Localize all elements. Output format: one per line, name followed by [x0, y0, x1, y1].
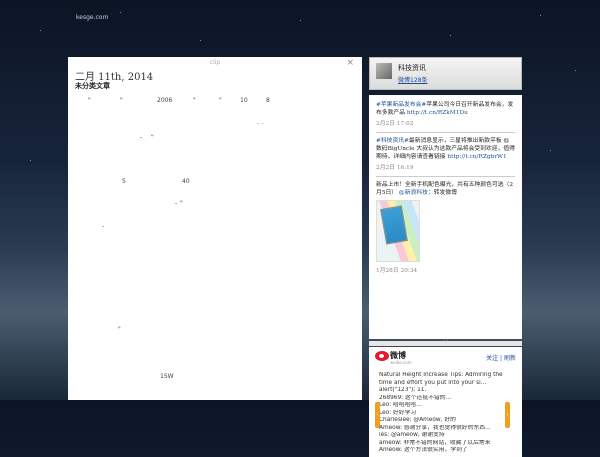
post-text-fragment: 2006	[157, 97, 173, 104]
post-category[interactable]: 未分类文章	[75, 81, 110, 91]
star	[300, 20, 301, 21]
weibo-comment-list: Natural Height Increase Tips: Admiring t…	[379, 372, 515, 455]
star	[450, 35, 451, 36]
follow-link[interactable]: 关注	[486, 355, 498, 362]
feed-hashtag-link[interactable]: #科技资讯#	[376, 138, 409, 144]
post-text-fragment: -	[140, 134, 143, 141]
post-text-fragment: .	[262, 119, 264, 126]
post-text-fragment: -	[102, 223, 105, 230]
post-text-fragment: "	[180, 200, 183, 207]
feed-thumbnail-image[interactable]	[376, 200, 420, 262]
star	[540, 15, 541, 16]
list-item[interactable]: Natural Height Increase Tips: Admiring t…	[379, 372, 515, 380]
post-text-fragment: 5	[122, 178, 126, 185]
profile-post-count-link[interactable]: 微博128条	[398, 75, 427, 84]
post-text-fragment: "	[120, 97, 123, 104]
list-item[interactable]: 268969: 这个还挺不错的...	[379, 395, 515, 403]
feed-item-time[interactable]: 2月2日 16:19	[376, 162, 515, 171]
list-item[interactable]: Ameow: 感谢分享，我也觉得很好的东西...	[379, 425, 515, 433]
feed-item: #苹果新品发布会#苹果公司今日召开新品发布会，发布多款产品 http://t.c…	[376, 97, 515, 133]
weibo-domain: weibo.com	[390, 360, 412, 365]
profile-card: 科技资讯 微博128条	[369, 57, 522, 90]
next-arrow-icon[interactable]: ›	[505, 402, 510, 428]
post-panel: clip × 二月 11th, 2014 未分类文章 " " 2006 " " …	[68, 57, 362, 400]
avatar[interactable]	[376, 63, 392, 79]
feed-item-text: #苹果新品发布会#苹果公司今日召开新品发布会，发布多款产品 http://t.c…	[376, 101, 515, 117]
list-item[interactable]: Ameow: 这个方法很实用，学到了	[379, 447, 515, 455]
star	[40, 30, 41, 31]
weibo-actions: 关注 | 刷新	[486, 355, 516, 362]
weibo-logo-icon[interactable]	[375, 351, 389, 361]
site-logo[interactable]: kesge.com	[76, 14, 108, 21]
list-item[interactable]: Leo: 好好学习	[379, 410, 515, 418]
feed-url-link[interactable]: http://t.cn/RZkM1Du	[407, 110, 468, 116]
profile-name[interactable]: 科技资讯	[398, 63, 426, 73]
feed-item-time[interactable]: 1月28日 20:34	[376, 265, 515, 274]
star	[575, 70, 576, 71]
post-text-fragment: "	[193, 97, 196, 104]
list-item[interactable]: ameow: 非常不错的网站，收藏了以后常来	[379, 440, 515, 448]
feed-hashtag-link[interactable]: #苹果新品发布会#	[376, 102, 426, 108]
post-text-fragment: "	[151, 134, 154, 141]
weibo-widget: 微博 weibo.com 关注 | 刷新 Natural Height Incr…	[369, 347, 522, 457]
post-clip-label: clip	[209, 59, 221, 66]
weibo-feed: #苹果新品发布会#苹果公司今日召开新品发布会，发布多款产品 http://t.c…	[369, 95, 522, 339]
star	[550, 150, 551, 151]
list-item[interactable]: les: @ameow, 谢谢支持	[379, 432, 515, 440]
star	[30, 160, 31, 161]
post-text-fragment: "	[118, 326, 121, 333]
expand-toggle[interactable]: ︾	[369, 341, 522, 346]
list-item[interactable]: time and effort you put into your si...	[379, 380, 515, 388]
list-item[interactable]: Leo: 哈哈哈哈...	[379, 402, 515, 410]
post-text-fragment: "	[219, 97, 222, 104]
close-icon[interactable]: ×	[346, 58, 354, 68]
star	[120, 12, 121, 13]
post-text-fragment: .	[257, 119, 259, 126]
post-text-fragment: 40	[182, 178, 190, 185]
post-text-fragment: 10	[240, 97, 248, 104]
list-item[interactable]: alert("123"); 11.	[379, 387, 515, 395]
post-text-fragment: 15W	[160, 373, 174, 380]
post-text-fragment: 8	[266, 97, 270, 104]
refresh-link[interactable]: 刷新	[504, 355, 516, 362]
list-item[interactable]: Charleslee: @Ameow, 好的	[379, 417, 515, 425]
feed-item-text: #科技资讯#最新消息显示，三星将推出新款平板 @数码BigUncle 大叔认为这…	[376, 137, 515, 161]
feed-item: 新品上市！全新手机配色曝光，共有五种颜色可选（2月5日） @新浪科技：转发微博 …	[376, 177, 515, 279]
feed-item-time[interactable]: 2月2日 17:02	[376, 118, 515, 127]
star	[200, 40, 201, 41]
post-text-fragment: -	[175, 200, 178, 207]
feed-url-link[interactable]: http://t.cn/RZgbrW1	[447, 154, 506, 160]
feed-item: #科技资讯#最新消息显示，三星将推出新款平板 @数码BigUncle 大叔认为这…	[376, 133, 515, 177]
post-text-fragment: "	[88, 97, 91, 104]
feed-item-body-suffix: ：转发微博	[427, 190, 457, 196]
prev-arrow-icon[interactable]: ‹	[375, 402, 380, 428]
sidebar: 科技资讯 微博128条 #苹果新品发布会#苹果公司今日召开新品发布会，发布多款产…	[369, 57, 522, 457]
feed-item-text: 新品上市！全新手机配色曝光，共有五种颜色可选（2月5日） @新浪科技：转发微博	[376, 181, 515, 197]
feed-mention-link[interactable]: @新浪科技	[399, 190, 428, 196]
